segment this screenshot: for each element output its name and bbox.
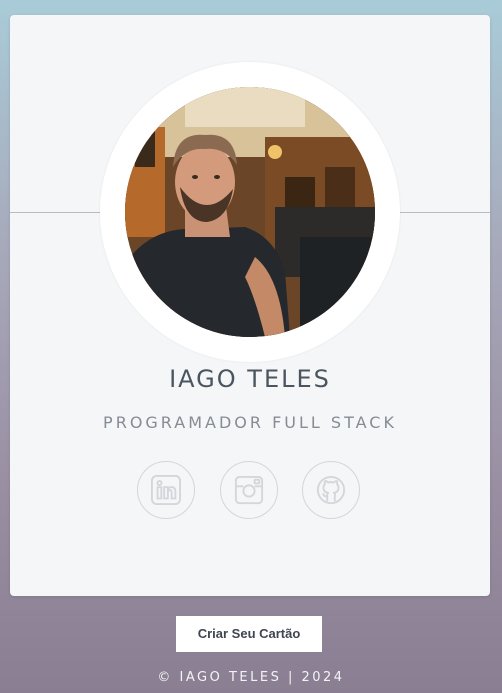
profile-card: IAGO TELES PROGRAMADOR FULL STACK (10, 15, 490, 596)
instagram-link[interactable] (220, 461, 278, 519)
avatar-ring (100, 62, 400, 362)
avatar (125, 87, 375, 337)
linkedin-icon (151, 475, 181, 505)
github-icon (316, 475, 346, 505)
github-link[interactable] (302, 461, 360, 519)
avatar-photo (125, 87, 375, 337)
create-card-button[interactable]: Criar Seu Cartão (176, 616, 322, 652)
footer-copyright: © IAGO TELES | 2024 (157, 670, 345, 685)
profile-name: IAGO TELES (169, 365, 331, 393)
profile-role: PROGRAMADOR FULL STACK (103, 413, 397, 432)
instagram-icon (234, 475, 264, 505)
social-links (10, 461, 490, 521)
linkedin-link[interactable] (137, 461, 195, 519)
